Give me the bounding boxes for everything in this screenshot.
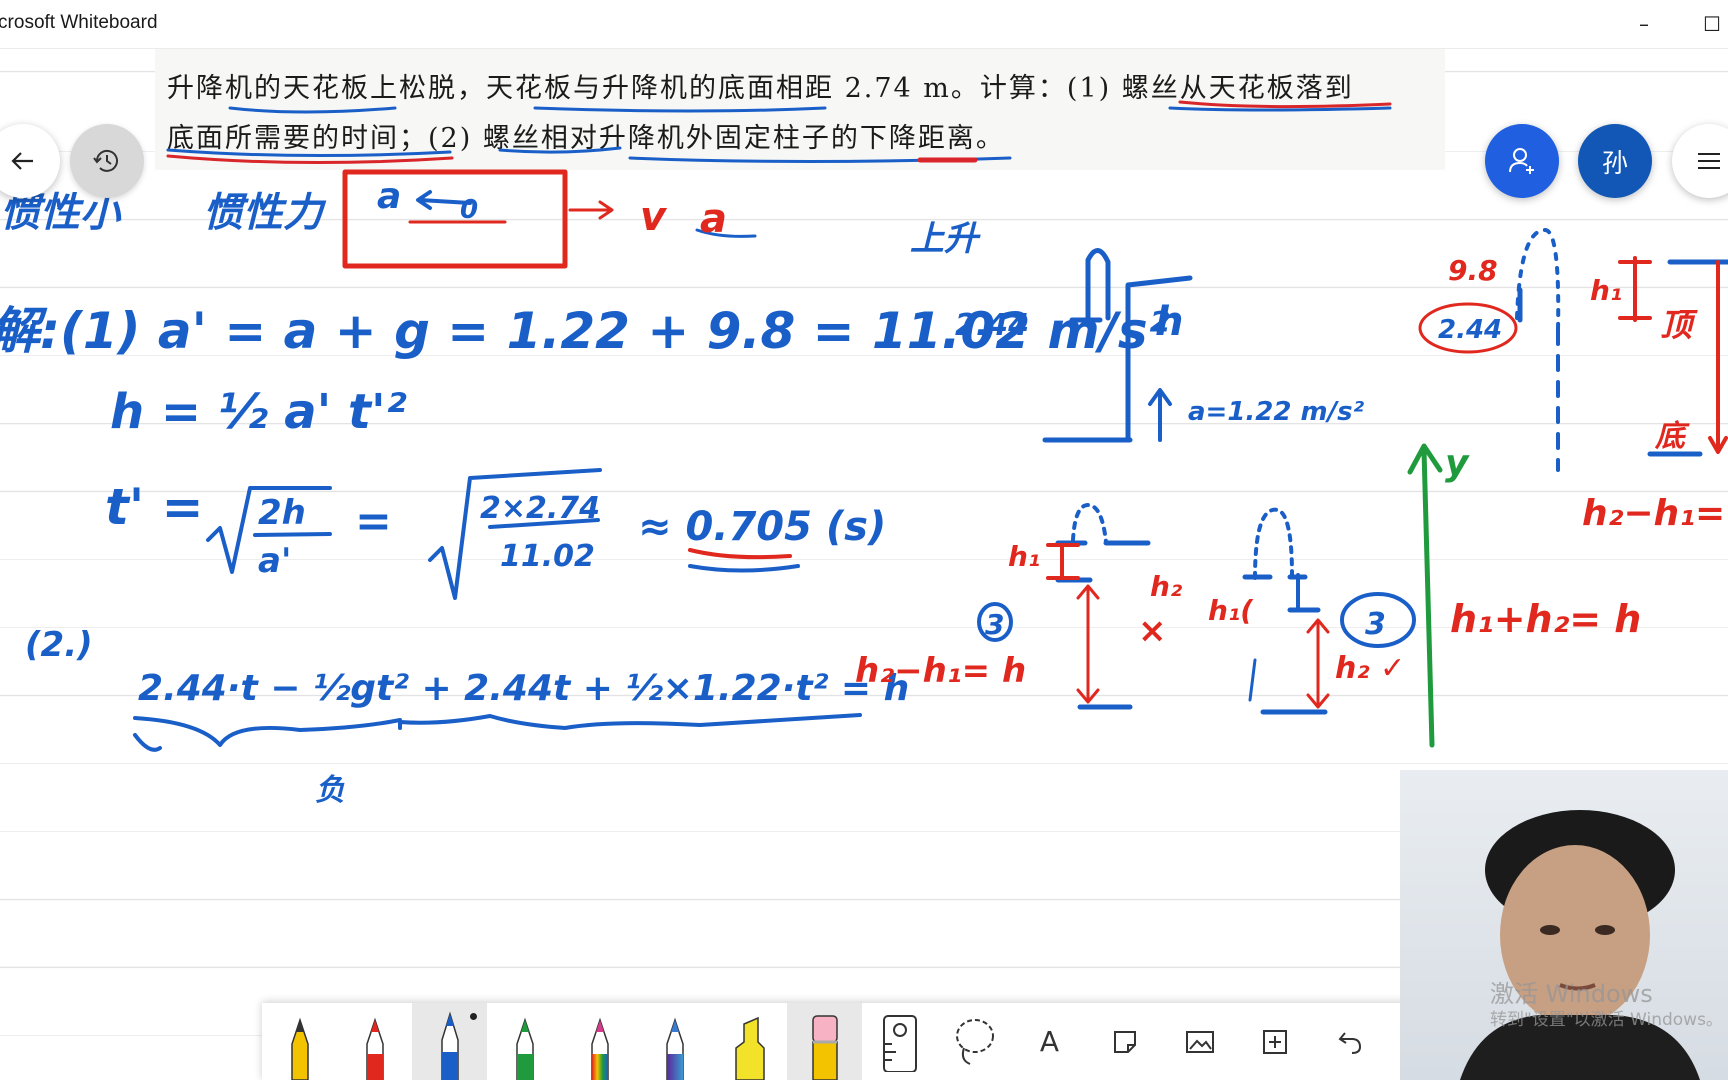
insert-button[interactable] <box>1237 1003 1312 1080</box>
pen-red-button[interactable] <box>337 1003 412 1080</box>
note-button[interactable] <box>1087 1003 1162 1080</box>
problem-image[interactable]: 升降机的天花板上松脱，天花板与升降机的底面相距 2.74 m。计算：(1) 螺丝… <box>155 48 1445 170</box>
maximize-button[interactable]: ☐ <box>1692 8 1728 40</box>
eraser-button[interactable] <box>787 1003 862 1080</box>
add-person-icon <box>1509 148 1534 174</box>
lasso-icon <box>955 1018 994 1065</box>
image-button[interactable] <box>1162 1003 1237 1080</box>
hamburger-icon <box>1698 153 1720 169</box>
insert-icon <box>1262 1029 1287 1054</box>
undo-button[interactable] <box>1312 1003 1387 1080</box>
text-icon: A <box>1039 1025 1060 1058</box>
title-bar: Microsoft Whiteboard – ☐ <box>0 0 1728 49</box>
pen-blue-icon <box>440 1011 459 1080</box>
note-icon <box>1113 1030 1136 1053</box>
history-button[interactable] <box>70 124 144 198</box>
pen-galaxy-icon <box>665 1017 684 1080</box>
avatar[interactable]: 孙 <box>1578 124 1652 198</box>
ink-toolbar: A <box>262 1003 1412 1080</box>
minimize-button[interactable]: – <box>1624 8 1664 40</box>
pen-blue-button[interactable] <box>412 1003 487 1080</box>
pen-yellow-icon <box>290 1017 309 1080</box>
pen-red-icon <box>365 1017 384 1080</box>
activation-watermark-text: 转到"设置"以激活 Windows。 <box>1490 1010 1723 1030</box>
text-button[interactable]: A <box>1012 1003 1087 1080</box>
webcam-overlay <box>1400 770 1728 1080</box>
pen-rainbow-button[interactable] <box>562 1003 637 1080</box>
problem-line-2: 底面所需要的时间；(2) 螺丝相对升降机外固定柱子的下降距离。 <box>167 123 1005 154</box>
selected-dot <box>470 1013 477 1020</box>
presenter-video <box>1460 810 1700 1080</box>
highlighter-button[interactable] <box>712 1003 787 1080</box>
lasso-button[interactable] <box>937 1003 1012 1080</box>
avatar-initial: 孙 <box>1601 148 1628 179</box>
maximize-icon: ☐ <box>1703 12 1721 36</box>
eraser-icon <box>811 1015 838 1080</box>
ruler-button[interactable] <box>862 1003 937 1080</box>
undo-icon <box>1338 1031 1361 1054</box>
activation-watermark-title: 激活 Windows <box>1490 980 1653 1008</box>
pen-green-button[interactable] <box>487 1003 562 1080</box>
window-title: Microsoft Whiteboard <box>0 12 158 33</box>
pen-yellow-button[interactable] <box>262 1003 337 1080</box>
pen-green-icon <box>515 1017 534 1080</box>
history-icon <box>93 149 118 172</box>
image-icon <box>1185 1030 1214 1053</box>
invite-button[interactable] <box>1485 124 1559 198</box>
ruler-icon <box>882 1014 917 1072</box>
arrow-left-icon <box>11 152 33 170</box>
pen-galaxy-button[interactable] <box>637 1003 712 1080</box>
highlighter-icon <box>734 1016 765 1080</box>
minimize-icon: – <box>1639 12 1649 36</box>
pen-rainbow-icon <box>590 1017 609 1080</box>
problem-line-1: 升降机的天花板上松脱，天花板与升降机的底面相距 2.74 m。计算：(1) 螺丝… <box>167 73 1354 104</box>
